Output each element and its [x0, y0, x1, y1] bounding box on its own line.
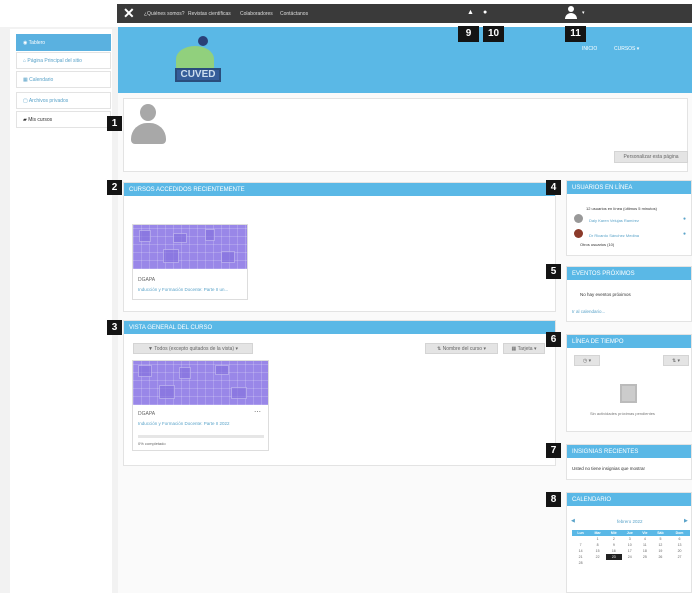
eye-icon[interactable]: ● — [683, 216, 686, 222]
go-to-calendar-link[interactable]: Ir al calendario... — [572, 309, 605, 314]
marker-2: 2 — [107, 180, 122, 195]
marker-3: 3 — [107, 320, 122, 335]
timeline-sort-button[interactable]: ⇅ ▾ — [663, 355, 689, 366]
marker-9: 9 — [458, 26, 479, 42]
course-name-link[interactable]: Inducción y Formación Docente: Parte II … — [138, 421, 230, 426]
course-overview-title: VISTA GENERAL DEL CURSO — [124, 321, 555, 334]
sort-icon: ⇅ ▾ — [671, 358, 681, 364]
calendar-day — [669, 560, 690, 566]
timeline-filter-button[interactable]: ◷ ▾ — [574, 355, 600, 366]
prev-month-arrow[interactable]: ◀ — [571, 518, 575, 524]
user-avatar — [574, 229, 583, 238]
calendar-day — [622, 560, 638, 566]
sidebar-item-home[interactable]: ⌂ Página Principal del sitio — [16, 52, 111, 69]
course-category: DGAPA — [138, 411, 156, 417]
calendar-grid: Lun Mar Mié Jue Vie Sáb Dom 1 2 3 4 5 6 7 8 9 10 11 12 13 1… — [572, 530, 690, 566]
calendar-day — [589, 560, 606, 566]
close-icon[interactable]: ✕ — [123, 5, 135, 21]
recent-course-card[interactable]: DGAPA Inducción y Formación Docente: Par… — [132, 224, 248, 300]
upcoming-events-title: EVENTOS PRÓXIMOS — [567, 267, 691, 280]
recent-courses-title: CURSOS ACCEDIDOS RECIENTEMENTE — [124, 183, 555, 196]
logo-text: CUVED — [175, 68, 221, 82]
course-category: DGAPA — [138, 277, 156, 283]
progress-bar — [138, 435, 264, 438]
marker-4: 4 — [546, 180, 561, 195]
user-avatar — [574, 214, 583, 223]
caret-down-icon[interactable]: ▾ — [582, 10, 585, 16]
events-empty-text: No hay eventos próximos — [580, 292, 631, 297]
course-sort-dropdown[interactable]: ⇅ Nombre del curso ▾ — [425, 343, 498, 354]
user-avatar[interactable] — [131, 104, 166, 144]
more-options-icon[interactable]: ⋯ — [254, 408, 261, 416]
online-user-link[interactable]: Dr Ricardo Sánchez Medina — [589, 233, 639, 238]
calendar-day — [638, 560, 652, 566]
next-month-arrow[interactable]: ▶ — [684, 518, 688, 524]
online-users-title: USUARIOS EN LÍNEA — [567, 181, 691, 194]
marker-11: 11 — [565, 26, 586, 42]
customize-page-button[interactable]: Personalizar esta página — [614, 151, 688, 163]
nav-link-contactanos[interactable]: Contáctanos — [280, 11, 308, 17]
sidebar-item-tablero[interactable]: ◉ Tablero — [16, 34, 111, 51]
user-icon[interactable] — [565, 6, 577, 19]
marker-10: 10 — [483, 26, 504, 42]
calendar-day — [606, 560, 622, 566]
marker-8: 8 — [546, 492, 561, 507]
nav-inicio[interactable]: INICIO — [582, 46, 597, 52]
sidebar-item-my-courses[interactable]: ▰ Mis cursos — [16, 111, 111, 128]
nav-link-revistas[interactable]: Revistas científicas — [188, 11, 231, 17]
recent-badges-title: INSIGNIAS RECIENTES — [567, 445, 691, 458]
calendar-title: CALENDARIO — [567, 493, 691, 506]
course-image — [133, 361, 268, 405]
message-icon[interactable]: ● — [683, 231, 686, 237]
nav-link-quienes[interactable]: ¿Quiénes somos? — [144, 11, 185, 17]
logo-figure-icon — [198, 36, 208, 46]
online-user-link[interactable]: Daly Karen Velujas Ramírez — [589, 218, 639, 223]
empty-timeline-icon — [620, 384, 637, 403]
sidebar-item-files[interactable]: ▢ Archivos privados — [16, 92, 111, 109]
marker-6: 6 — [546, 332, 561, 347]
course-view-dropdown[interactable]: ▦ Tarjeta ▾ — [503, 343, 545, 354]
timeline-title: LÍNEA DE TIEMPO — [567, 335, 691, 348]
online-summary: 12 usuarios en línea (últimos 5 minutos) — [586, 206, 657, 211]
calendar-month[interactable]: febrero 2022 — [617, 519, 643, 524]
course-filter-dropdown[interactable]: ▼ Todos (excepto quitados de la vista) ▾ — [133, 343, 253, 354]
marker-5: 5 — [546, 264, 561, 279]
calendar-day[interactable]: 28 — [572, 560, 589, 566]
course-name-link[interactable]: Inducción y Formación Docente: Parte II … — [138, 287, 228, 292]
timeline-panel: LÍNEA DE TIEMPO — [566, 334, 692, 432]
profile-panel — [123, 98, 688, 172]
online-others: Otros usuarios (10) — [580, 242, 615, 247]
nav-cursos-dropdown[interactable]: CURSOS ▾ — [614, 46, 639, 52]
recent-badges-panel: INSIGNIAS RECIENTES — [566, 444, 692, 480]
chat-icon[interactable]: ● — [483, 9, 487, 16]
badges-empty-text: Usted no tiene insignias que mostrar — [572, 466, 646, 471]
marker-1: 1 — [107, 116, 122, 131]
nav-link-colaboradores[interactable]: Colaboradores — [240, 11, 273, 17]
calendar-week: 28 — [572, 560, 690, 566]
sidebar-item-calendar[interactable]: ▦ Calendario — [16, 71, 111, 88]
course-image — [133, 225, 247, 269]
marker-7: 7 — [546, 443, 561, 458]
bell-icon[interactable]: ▲ — [467, 9, 474, 16]
overview-course-card[interactable]: DGAPA ⋯ Inducción y Formación Docente: P… — [132, 360, 269, 451]
clock-icon: ◷ ▾ — [582, 358, 592, 364]
timeline-empty-text: Sin actividades próximas pendientes — [590, 411, 655, 416]
calendar-day — [652, 560, 669, 566]
progress-text: 0% completado — [138, 441, 166, 446]
